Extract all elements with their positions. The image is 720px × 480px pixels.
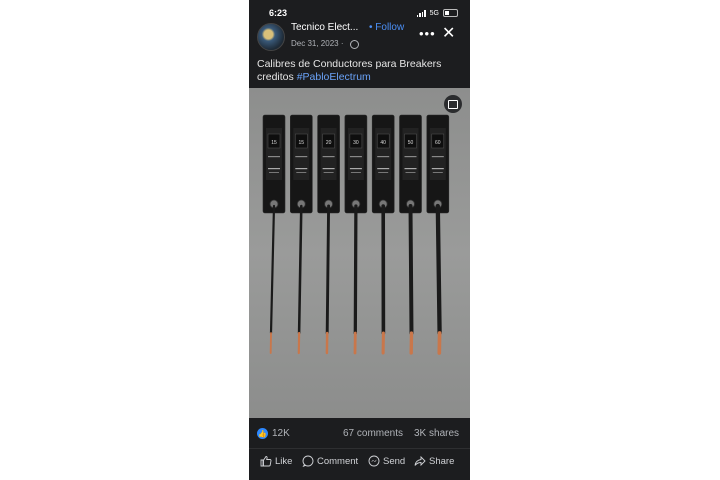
follow-button[interactable]: • Follow: [369, 22, 404, 33]
label-line: [431, 156, 444, 158]
comment-label: Comment: [317, 455, 359, 467]
post-date: Dec 31, 2023 ·: [291, 39, 344, 48]
wire: [297, 204, 303, 335]
comment-icon: [302, 455, 314, 467]
label-line: [349, 168, 362, 170]
label-line: [377, 156, 390, 158]
like-reaction-icon: 👍: [257, 428, 268, 439]
breaker-rating-label: 15: [299, 140, 305, 146]
like-button[interactable]: Like: [260, 455, 292, 467]
status-bar: 6:23 5G: [249, 0, 470, 22]
breaker-rating-label: 50: [408, 140, 414, 146]
label-line: [295, 168, 308, 170]
phone-screen: 6:23 5G Tecnico Elect... • Follow Dec 31…: [249, 0, 470, 480]
label-line: [432, 172, 443, 173]
messenger-icon: [368, 455, 380, 467]
share-label: Share: [429, 455, 455, 467]
send-label: Send: [383, 455, 406, 467]
label-line: [405, 172, 416, 173]
network-label: 5G: [429, 9, 439, 17]
breaker-rating-label: 30: [353, 140, 359, 146]
label-line: [404, 168, 417, 170]
globe-icon: [350, 40, 359, 49]
breaker-rating-label: 20: [326, 140, 332, 146]
like-label: Like: [275, 455, 293, 467]
more-options-icon[interactable]: •••: [419, 26, 436, 41]
label-line: [322, 168, 335, 170]
breaker-rating-label: 15: [271, 140, 277, 146]
action-bar: Like Comment Send Share: [249, 448, 470, 477]
post-photo[interactable]: 15 15 20 30 40 50 60: [249, 88, 470, 418]
wire: [435, 203, 442, 336]
label-line: [349, 156, 362, 158]
like-count[interactable]: 12K: [272, 428, 290, 439]
label-line: [323, 172, 334, 173]
post-stats: 👍 12K 67 comments 3K shares: [249, 425, 470, 445]
battery-icon: [443, 9, 458, 17]
wire: [269, 204, 276, 335]
label-line: [295, 156, 308, 158]
share-icon: [414, 455, 426, 467]
label-line: [269, 172, 279, 173]
comments-count[interactable]: 67 comments: [343, 428, 403, 439]
shares-count[interactable]: 3K shares: [414, 428, 459, 439]
send-button[interactable]: Send: [368, 455, 405, 467]
post-header: Tecnico Elect... • Follow Dec 31, 2023 ·…: [249, 20, 470, 56]
comment-button[interactable]: Comment: [302, 455, 358, 467]
breaker-rating-label: 60: [435, 140, 441, 146]
post-caption: Calibres de Conductores para Breakers cr…: [257, 58, 463, 84]
wire: [408, 204, 414, 335]
share-button[interactable]: Share: [414, 455, 454, 467]
avatar[interactable]: [257, 23, 285, 51]
label-line: [350, 172, 361, 173]
status-time: 6:23: [269, 8, 288, 18]
label-line: [431, 168, 444, 170]
label-line: [377, 168, 390, 170]
picture-in-picture-icon[interactable]: [444, 95, 462, 113]
label-line: [404, 156, 417, 158]
wire: [353, 204, 358, 335]
label-line: [322, 156, 335, 158]
status-indicators: 5G: [416, 9, 458, 17]
page-name[interactable]: Tecnico Elect...: [291, 22, 358, 33]
hashtag-link[interactable]: #PabloElectrum: [297, 71, 371, 83]
label-line: [268, 168, 280, 170]
breakers-image: 15 15 20 30 40 50 60: [262, 114, 450, 355]
label-line: [268, 156, 280, 158]
close-icon[interactable]: ✕: [442, 23, 455, 43]
label-line: [378, 172, 389, 173]
thumbs-up-icon: [260, 456, 272, 467]
breaker-rating-label: 40: [380, 140, 386, 146]
signal-icon: [416, 9, 426, 17]
label-line: [296, 172, 307, 173]
wire: [325, 204, 331, 335]
